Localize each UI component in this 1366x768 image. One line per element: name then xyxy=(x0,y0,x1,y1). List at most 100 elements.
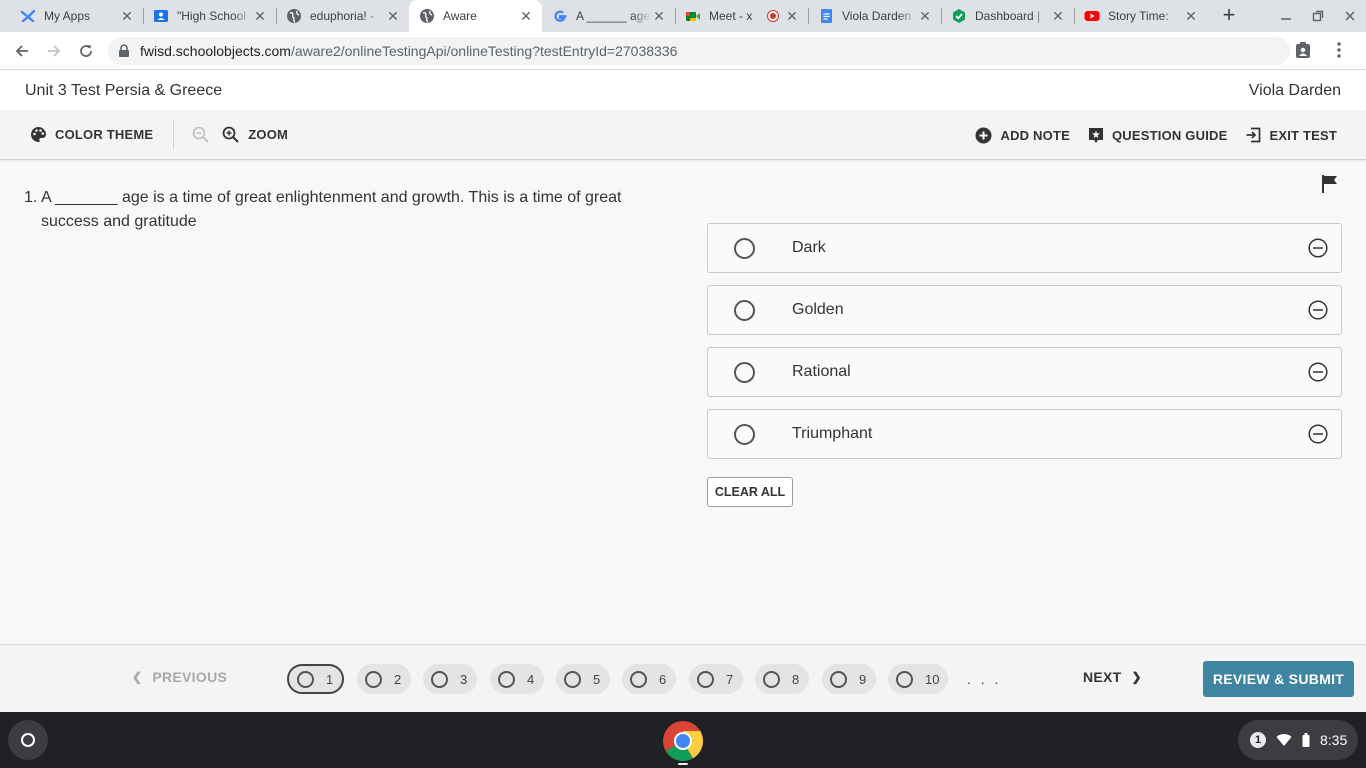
answer-radio[interactable] xyxy=(734,300,755,321)
clear-all-button[interactable]: CLEAR ALL xyxy=(707,477,793,507)
back-button[interactable] xyxy=(6,35,38,67)
eliminate-option-icon[interactable] xyxy=(1308,362,1328,382)
answer-option-golden[interactable]: Golden xyxy=(707,285,1342,335)
exit-test-label: EXIT TEST xyxy=(1269,127,1337,143)
close-window-icon[interactable] xyxy=(1334,0,1366,32)
browser-tab[interactable]: Dashboard | ✕ xyxy=(941,0,1074,32)
eliminate-option-icon[interactable] xyxy=(1308,300,1328,320)
answer-label: Triumphant xyxy=(792,425,873,442)
docs-icon xyxy=(818,8,834,24)
eliminate-option-icon[interactable] xyxy=(1308,238,1328,258)
forward-button[interactable] xyxy=(38,35,70,67)
page-number: 6 xyxy=(659,671,667,687)
reload-button[interactable] xyxy=(70,35,102,67)
page-status-radio xyxy=(365,670,382,688)
zoom-out-button[interactable] xyxy=(192,126,210,144)
close-tab-icon[interactable]: ✕ xyxy=(1183,8,1199,24)
launcher-button[interactable] xyxy=(8,720,48,760)
page-button-6[interactable]: 6 xyxy=(622,664,676,694)
browser-tab[interactable]: My Apps ✕ xyxy=(10,0,143,32)
tab-title: "High School xyxy=(177,9,246,23)
tab-title: A ______ age xyxy=(576,9,651,23)
status-tray[interactable]: 1 8:35 xyxy=(1238,720,1358,760)
question-guide-button[interactable]: QUESTION GUIDE xyxy=(1088,127,1227,144)
test-toolbar: COLOR THEME ZOOM ADD NOTE QUESTION GUIDE… xyxy=(0,110,1366,160)
page-status-radio xyxy=(564,670,581,688)
browser-tab[interactable]: Viola Darden ✕ xyxy=(808,0,941,32)
browser-tab[interactable]: Meet - x ✕ xyxy=(675,0,808,32)
close-tab-icon[interactable]: ✕ xyxy=(651,8,667,24)
next-button[interactable]: NEXT ❯ xyxy=(1083,669,1142,685)
minimize-icon[interactable] xyxy=(1270,0,1302,32)
recording-icon xyxy=(768,11,778,21)
answer-label: Rational xyxy=(792,363,851,380)
back-arrow-icon xyxy=(15,44,28,57)
profile-badge-icon[interactable] xyxy=(1288,35,1318,65)
launcher-icon xyxy=(21,733,35,747)
page-button-1[interactable]: 1 xyxy=(287,664,344,694)
close-tab-icon[interactable]: ✕ xyxy=(917,8,933,24)
browser-tab[interactable]: eduphoria! - ✕ xyxy=(276,0,409,32)
page-button-4[interactable]: 4 xyxy=(490,664,544,694)
browser-tab-strip: My Apps ✕ "High School ✕ eduphoria! - ✕ Aware ✕… xyxy=(0,0,1366,32)
browser-tab[interactable]: Aware ✕ xyxy=(409,0,542,32)
color-theme-button[interactable]: COLOR THEME xyxy=(30,126,153,143)
browser-tab[interactable]: "High School ✕ xyxy=(143,0,276,32)
page-button-9[interactable]: 9 xyxy=(822,664,876,694)
close-tab-icon[interactable]: ✕ xyxy=(385,8,401,24)
close-tab-icon[interactable]: ✕ xyxy=(784,8,800,24)
page-number: 10 xyxy=(925,671,940,687)
answer-radio[interactable] xyxy=(734,424,755,445)
tab-title: Aware xyxy=(443,9,477,23)
zoom-in-button[interactable]: ZOOM xyxy=(222,126,288,144)
answer-option-rational[interactable]: Rational xyxy=(707,347,1342,397)
page-button-7[interactable]: 7 xyxy=(689,664,743,694)
browser-tab[interactable]: Story Time: ✕ xyxy=(1074,0,1207,32)
notification-count: 1 xyxy=(1250,732,1266,748)
zoom-label: ZOOM xyxy=(248,127,289,142)
close-tab-icon[interactable]: ✕ xyxy=(1050,8,1066,24)
more-pages-indicator[interactable]: . . . xyxy=(967,671,1001,687)
forward-arrow-icon xyxy=(48,44,61,57)
review-submit-button[interactable]: REVIEW & SUBMIT xyxy=(1203,661,1354,697)
previous-button[interactable]: ❮ PREVIOUS xyxy=(132,669,227,685)
page-status-radio xyxy=(830,670,847,688)
page-button-8[interactable]: 8 xyxy=(755,664,809,694)
maximize-icon[interactable] xyxy=(1302,0,1334,32)
new-tab-button[interactable]: + xyxy=(1215,1,1243,29)
zoom-in-icon xyxy=(222,126,239,143)
close-tab-icon[interactable]: ✕ xyxy=(518,8,534,24)
page-button-10[interactable]: 10 xyxy=(888,664,948,694)
exit-test-button[interactable]: EXIT TEST xyxy=(1245,127,1337,143)
page-button-5[interactable]: 5 xyxy=(556,664,610,694)
answer-option-dark[interactable]: Dark xyxy=(707,223,1342,273)
url-path: /aware2/onlineTestingApi/onlineTesting?t… xyxy=(290,43,678,59)
question-number: 1. xyxy=(24,189,38,206)
page-button-3[interactable]: 3 xyxy=(423,664,477,694)
reload-icon xyxy=(80,44,92,57)
browser-tab[interactable]: A ______ age ✕ xyxy=(542,0,675,32)
more-menu-icon[interactable] xyxy=(1324,35,1354,65)
eliminate-option-icon[interactable] xyxy=(1308,424,1328,444)
page-status-radio xyxy=(896,670,913,688)
page-button-2[interactable]: 2 xyxy=(357,664,411,694)
answer-label: Golden xyxy=(792,301,844,318)
answer-option-triumphant[interactable]: Triumphant xyxy=(707,409,1342,459)
chrome-app-icon[interactable] xyxy=(661,719,705,763)
browser-toolbar: fwisd.schoolobjects.com/aware2/onlineTes… xyxy=(0,32,1366,70)
flag-question-icon[interactable] xyxy=(1321,174,1339,194)
tab-title: My Apps xyxy=(44,9,91,23)
answer-radio[interactable] xyxy=(734,362,755,383)
page-number: 5 xyxy=(593,671,601,687)
answer-radio[interactable] xyxy=(734,238,755,259)
add-circle-icon xyxy=(975,127,992,143)
page-status-radio xyxy=(763,670,780,688)
add-note-button[interactable]: ADD NOTE xyxy=(975,127,1070,144)
close-tab-icon[interactable]: ✕ xyxy=(119,8,135,24)
page-status-radio xyxy=(297,670,314,688)
classroom-icon xyxy=(153,8,169,24)
close-tab-icon[interactable]: ✕ xyxy=(252,8,268,24)
page-number: 3 xyxy=(460,671,468,687)
address-bar[interactable]: fwisd.schoolobjects.com/aware2/onlineTes… xyxy=(108,37,1290,65)
tab-title: Dashboard | xyxy=(975,9,1041,23)
